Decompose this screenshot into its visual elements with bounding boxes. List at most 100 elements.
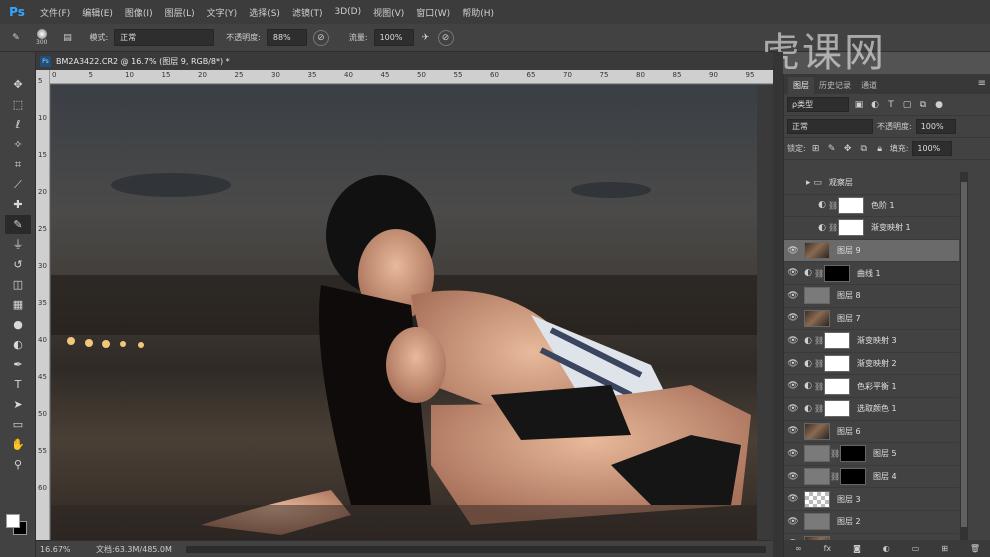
flow-field[interactable]: 100% xyxy=(373,29,414,46)
new-layer-icon[interactable]: ⊞ xyxy=(941,544,948,553)
pressure-size-icon[interactable]: ⊘ xyxy=(437,29,454,46)
tab-layers[interactable]: 图层 xyxy=(788,77,814,94)
filter-type-icon[interactable]: T xyxy=(885,100,897,110)
layers-scrollbar[interactable] xyxy=(960,172,968,540)
stamp-icon[interactable]: ⏚ xyxy=(5,235,31,254)
image-canvas[interactable] xyxy=(51,85,757,540)
dodge-icon[interactable]: ◐ xyxy=(5,335,31,354)
vertical-ruler[interactable]: 5 10 15 20 25 30 35 40 45 50 55 60 xyxy=(36,70,50,540)
history-brush-icon[interactable]: ↺ xyxy=(5,255,31,274)
layer-thumbnail[interactable] xyxy=(804,468,830,486)
layer-row[interactable]: 👁︎ 图层 2 xyxy=(784,511,959,534)
layer-mask-thumbnail[interactable] xyxy=(824,332,850,350)
visibility-eye-icon[interactable]: 👁︎ xyxy=(784,449,802,459)
horizontal-ruler[interactable]: 0 5 10 15 20 25 30 35 40 45 50 55 60 65 70 75 80 85 90 95 xyxy=(50,70,773,84)
layer-row[interactable]: 👁︎ ◐ ⛓ 色彩平衡 1 xyxy=(784,375,959,398)
visibility-eye-icon[interactable]: 👁︎ xyxy=(784,336,802,346)
eraser-icon[interactable]: ◫ xyxy=(5,275,31,294)
opacity-field[interactable]: 88% xyxy=(266,29,307,46)
panel-menu-icon[interactable]: ≡ xyxy=(978,78,986,89)
lock-all-icon[interactable]: 🔒︎ xyxy=(874,144,886,154)
layer-row[interactable]: 👁︎ ◐ ⛓ 曲线 1 xyxy=(784,262,959,285)
folder-icon[interactable]: ▸ ▭ xyxy=(806,178,822,188)
crop-icon[interactable]: ⌗ xyxy=(5,155,31,174)
airbrush-icon[interactable]: ✈ xyxy=(420,33,432,43)
brush-panel-toggle-icon[interactable]: ▤ xyxy=(61,33,73,43)
layer-mask-thumbnail[interactable] xyxy=(840,445,866,463)
mask-link-icon[interactable]: ⛓ xyxy=(814,359,824,368)
menu-view[interactable]: 视图(V) xyxy=(373,6,404,19)
layer-row[interactable]: 👁︎ ⛓ 图层 5 xyxy=(784,443,959,466)
layer-mask-thumbnail[interactable] xyxy=(824,400,850,418)
blend-mode-select[interactable]: 正常 xyxy=(787,119,873,134)
layer-thumbnail[interactable] xyxy=(804,422,830,440)
menu-image[interactable]: 图像(I) xyxy=(125,6,153,19)
menu-window[interactable]: 窗口(W) xyxy=(416,6,450,19)
type-icon[interactable]: T xyxy=(5,375,31,394)
filter-pixel-icon[interactable]: ▣ xyxy=(853,100,865,110)
lock-position-icon[interactable]: ✥ xyxy=(842,144,854,154)
move-icon[interactable]: ✥ xyxy=(5,75,31,94)
magic-wand-icon[interactable]: ✧ xyxy=(5,135,31,154)
zoom-icon[interactable]: ⚲ xyxy=(5,455,31,474)
layer-mask-thumbnail[interactable] xyxy=(838,196,864,214)
visibility-eye-icon[interactable]: 👁︎ xyxy=(784,268,802,278)
mask-link-icon[interactable]: ⛓ xyxy=(814,336,824,345)
layer-thumbnail[interactable] xyxy=(804,309,830,327)
filter-smart-icon[interactable]: ⧉ xyxy=(917,100,929,110)
layer-mask-thumbnail[interactable] xyxy=(824,355,850,373)
layer-row[interactable]: 👁︎ ◐⛓ 色阶 1 xyxy=(784,195,959,218)
filter-adjustment-icon[interactable]: ◐ xyxy=(869,100,881,110)
blur-icon[interactable]: ● xyxy=(5,315,31,334)
menu-type[interactable]: 文字(Y) xyxy=(207,6,238,19)
layer-opacity-field[interactable]: 100% xyxy=(915,119,956,134)
mask-link-icon[interactable]: ⛓ xyxy=(828,201,838,210)
layer-mask-thumbnail[interactable] xyxy=(838,219,864,237)
layer-thumbnail[interactable] xyxy=(804,445,830,463)
horizontal-scrollbar[interactable] xyxy=(186,546,766,553)
zoom-level[interactable]: 16.67% xyxy=(36,545,76,554)
layer-mask-thumbnail[interactable] xyxy=(824,264,850,282)
visibility-eye-icon[interactable]: 👁︎ xyxy=(784,246,802,256)
layer-row[interactable]: 👁︎ ◐ ⛓ 渐变映射 2 xyxy=(784,353,959,376)
visibility-eye-icon[interactable]: 👁︎ xyxy=(784,313,802,323)
layer-row[interactable]: 👁︎ ◐ ⛓ 渐变映射 3 xyxy=(784,330,959,353)
document-tab[interactable]: Ps BM2A3422.CR2 @ 16.7% (图层 9, RGB/8*) * xyxy=(36,52,773,70)
lock-transparent-icon[interactable]: ⊞ xyxy=(810,144,822,154)
lock-artboard-icon[interactable]: ⧉ xyxy=(858,144,870,154)
gradient-icon[interactable]: ▦ xyxy=(5,295,31,314)
layer-filter-select[interactable]: ρ类型 xyxy=(787,97,849,112)
visibility-eye-icon[interactable]: 👁︎ xyxy=(784,200,802,210)
visibility-eye-icon[interactable]: 👁︎ xyxy=(784,426,802,436)
mask-link-icon[interactable]: ⛓ xyxy=(814,382,824,391)
marquee-icon[interactable]: ⬚ xyxy=(5,95,31,114)
hand-icon[interactable]: ✋ xyxy=(5,435,31,454)
mode-select[interactable]: 正常 xyxy=(114,29,215,46)
visibility-eye-icon[interactable]: 👁︎ xyxy=(784,359,802,369)
menu-filter[interactable]: 滤镜(T) xyxy=(292,6,323,19)
layer-row[interactable]: 👁︎ 图层 6 xyxy=(784,421,959,444)
menu-3d[interactable]: 3D(D) xyxy=(334,7,361,17)
brush-tool-icon[interactable]: ✎ xyxy=(10,33,22,43)
shape-icon[interactable]: ▭ xyxy=(5,415,31,434)
mask-link-icon[interactable]: ⛓ xyxy=(814,269,824,278)
lock-image-icon[interactable]: ✎ xyxy=(826,144,838,154)
mask-link-icon[interactable]: ⛓ xyxy=(814,404,824,413)
visibility-eye-icon[interactable]: 👁︎ xyxy=(784,472,802,482)
mask-link-icon[interactable]: ⛓ xyxy=(830,472,840,481)
menu-layer[interactable]: 图层(L) xyxy=(165,6,195,19)
new-group-icon[interactable]: ▭ xyxy=(912,544,920,553)
visibility-eye-icon[interactable]: 👁︎ xyxy=(784,223,802,233)
layer-thumbnail[interactable] xyxy=(804,513,830,531)
visibility-eye-icon[interactable]: 👁︎ xyxy=(784,404,802,414)
visibility-eye-icon[interactable]: 👁︎ xyxy=(784,381,802,391)
filter-shape-icon[interactable]: ▢ xyxy=(901,100,913,110)
layer-row[interactable]: 👁︎ ▸ ▭ 观察层 xyxy=(784,172,959,195)
brush-preset-picker[interactable]: 300 xyxy=(36,29,47,46)
document-info[interactable]: 文档:63.3M/485.0M xyxy=(96,544,172,555)
layer-mask-thumbnail[interactable] xyxy=(840,468,866,486)
layer-row[interactable]: 👁︎ ◐⛓ 渐变映射 1 xyxy=(784,217,959,240)
new-adjustment-icon[interactable]: ◐ xyxy=(883,544,890,553)
mask-link-icon[interactable]: ⛓ xyxy=(830,449,840,458)
pen-icon[interactable]: ✒ xyxy=(5,355,31,374)
